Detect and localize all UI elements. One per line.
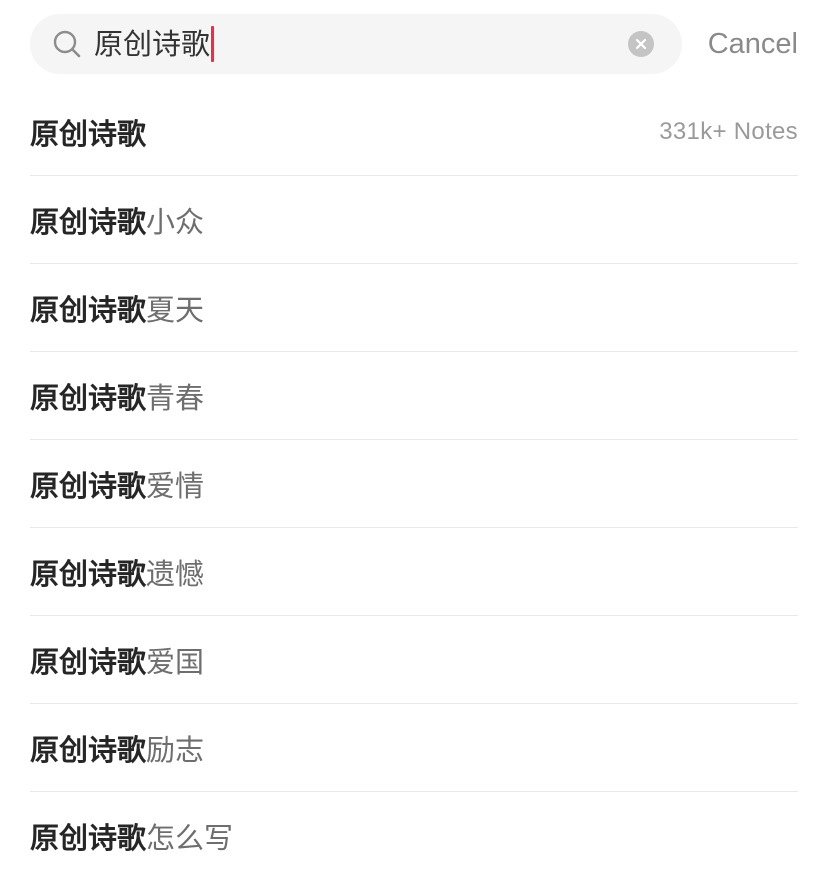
suggestion-match: 原创诗歌	[30, 556, 147, 591]
suggestion-rest: 夏天	[146, 292, 205, 327]
suggestion-item-3[interactable]: 原创诗歌夏天	[30, 264, 798, 352]
note-count: 331k+ Notes	[659, 117, 798, 145]
suggestion-match: 原创诗歌	[30, 292, 147, 327]
suggestion-rest: 爱国	[146, 644, 205, 679]
suggestion-item-9[interactable]: 原创诗歌怎么写	[30, 792, 798, 878]
suggestion-list: 原创诗歌 331k+ Notes 原创诗歌小众 原创诗歌夏天 原创诗歌青春 原创…	[30, 88, 798, 878]
suggestion-match: 原创诗歌	[30, 204, 147, 239]
suggestion-rest: 怎么写	[146, 821, 234, 855]
suggestion-text: 原创诗歌励志	[30, 727, 204, 769]
search-page: 原创诗歌 Cancel 原创诗歌 331k+ Notes 原创诗歌小众 原创诗歌…	[0, 0, 828, 878]
suggestion-match: 原创诗歌	[30, 116, 147, 151]
suggestion-rest: 爱情	[146, 468, 205, 503]
suggestion-text: 原创诗歌小众	[30, 199, 204, 241]
suggestion-text: 原创诗歌	[30, 111, 146, 153]
suggestion-match: 原创诗歌	[30, 380, 147, 415]
suggestion-rest: 小众	[146, 204, 205, 239]
suggestion-text: 原创诗歌遗憾	[30, 551, 204, 593]
suggestion-text: 原创诗歌爱国	[30, 639, 204, 681]
cancel-button[interactable]: Cancel	[708, 14, 798, 74]
suggestion-rest: 励志	[146, 732, 205, 767]
clear-icon[interactable]	[628, 31, 654, 57]
suggestion-match: 原创诗歌	[30, 468, 147, 503]
suggestion-match: 原创诗歌	[30, 821, 147, 855]
suggestion-rest: 青春	[146, 380, 205, 415]
suggestion-item-5[interactable]: 原创诗歌爱情	[30, 440, 798, 528]
suggestion-item-6[interactable]: 原创诗歌遗憾	[30, 528, 798, 616]
search-query-wrap: 原创诗歌	[94, 14, 215, 74]
suggestion-text: 原创诗歌爱情	[30, 463, 204, 505]
suggestion-text: 原创诗歌青春	[30, 375, 204, 417]
suggestion-match: 原创诗歌	[30, 732, 147, 767]
suggestion-text: 原创诗歌怎么写	[30, 815, 233, 857]
suggestion-match: 原创诗歌	[30, 644, 147, 679]
suggestion-item-2[interactable]: 原创诗歌小众	[30, 176, 798, 264]
suggestion-item-7[interactable]: 原创诗歌爱国	[30, 616, 798, 704]
search-bar: 原创诗歌 Cancel	[30, 14, 798, 74]
search-icon	[52, 29, 82, 59]
text-caret	[211, 26, 215, 62]
suggestion-item-1[interactable]: 原创诗歌 331k+ Notes	[30, 88, 798, 176]
search-query: 原创诗歌	[94, 27, 211, 61]
suggestion-item-4[interactable]: 原创诗歌青春	[30, 352, 798, 440]
suggestion-text: 原创诗歌夏天	[30, 287, 204, 329]
suggestion-rest: 遗憾	[146, 556, 205, 591]
suggestion-item-8[interactable]: 原创诗歌励志	[30, 704, 798, 792]
search-input[interactable]: 原创诗歌	[30, 14, 682, 74]
